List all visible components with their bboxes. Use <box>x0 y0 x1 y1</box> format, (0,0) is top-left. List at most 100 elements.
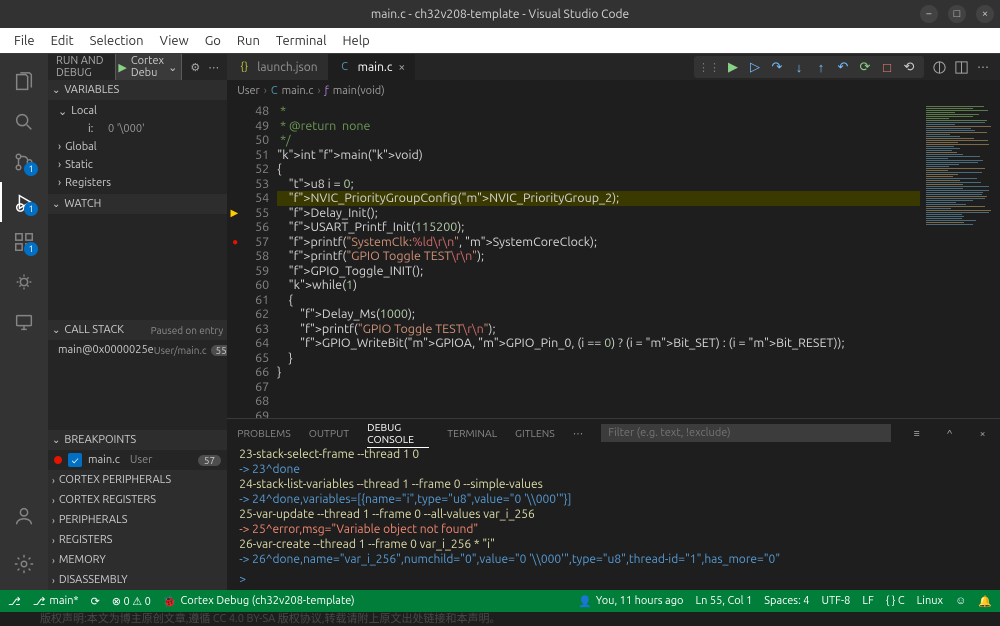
var-value: 0 '\000' <box>108 123 145 135</box>
menu-selection[interactable]: Selection <box>82 30 152 52</box>
panel-filter-input[interactable] <box>601 424 891 442</box>
step-into-button[interactable]: ↓ <box>788 56 810 78</box>
grip-icon[interactable]: ⋮⋮ <box>698 61 720 74</box>
more-actions-icon[interactable]: ⋯ <box>972 56 994 78</box>
debug-console-output[interactable]: 23-stack-select-frame --thread 1 0-> 23^… <box>227 447 1000 568</box>
launch-config-dropdown[interactable]: ▶ Cortex Debu ⌄ <box>115 54 182 81</box>
activity-account[interactable] <box>0 496 48 536</box>
maximize-button[interactable]: □ <box>948 5 966 23</box>
variables-header[interactable]: ⌄VARIABLES <box>48 80 227 100</box>
minimize-button[interactable]: − <box>920 5 938 23</box>
stop-button[interactable]: □ <box>876 56 898 78</box>
registers-header[interactable]: ›REGISTERS <box>48 530 227 550</box>
breadcrumb[interactable]: User› Cmain.c› ƒmain(void) <box>227 80 1000 102</box>
step-out-button[interactable]: ↑ <box>810 56 832 78</box>
activity-run-debug[interactable]: 1 <box>0 182 48 222</box>
variable-i[interactable]: i: 0 '\000' <box>48 120 227 138</box>
menu-edit[interactable]: Edit <box>43 30 82 52</box>
scope-global[interactable]: ›Global <box>48 138 227 156</box>
continue-play-button[interactable]: ▷ <box>744 56 766 78</box>
remote-indicator[interactable]: ⎇ <box>8 595 21 608</box>
breadcrumb-user[interactable]: User <box>237 85 260 97</box>
gear-icon[interactable]: ⚙ <box>190 61 200 74</box>
status-branch[interactable]: ⎇ main* <box>33 595 79 608</box>
status-os[interactable]: Linux <box>917 595 943 607</box>
status-language[interactable]: { } C <box>886 595 905 607</box>
panel-tab-output[interactable]: OUTPUT <box>309 425 349 441</box>
breadcrumb-function[interactable]: main(void) <box>333 85 385 97</box>
disassembly-header[interactable]: ›DISASSEMBLY <box>48 570 227 590</box>
status-problems[interactable]: ⊗ 0 ⚠ 0 <box>112 595 151 608</box>
menu-file[interactable]: File <box>6 30 43 52</box>
breakpoints-header[interactable]: ⌄BREAKPOINTS <box>48 430 227 450</box>
activity-extensions[interactable]: 1 <box>0 222 48 262</box>
function-icon: ƒ <box>325 85 329 97</box>
frame-function: main@0x0000025e <box>58 344 154 356</box>
panel-filter-icon[interactable]: ≡ <box>909 427 924 440</box>
status-spaces[interactable]: Spaces: 4 <box>764 595 809 607</box>
gutter[interactable]: 48495051525354▶5556●57585960616263646566… <box>227 102 277 418</box>
cortex-peripherals-header[interactable]: ›CORTEX PERIPHERALS <box>48 470 227 490</box>
titlebar: main.c - ch32v208-template - Visual Stud… <box>0 0 1000 28</box>
peripherals-header[interactable]: ›PERIPHERALS <box>48 510 227 530</box>
status-encoding[interactable]: UTF-8 <box>822 595 851 607</box>
close-tab-icon[interactable]: × <box>398 61 405 74</box>
menu-go[interactable]: Go <box>197 30 229 52</box>
activity-search[interactable] <box>0 102 48 142</box>
callstack-header[interactable]: ⌄CALL STACKPaused on entry <box>48 320 227 340</box>
close-button[interactable]: × <box>976 5 994 23</box>
continue-button[interactable]: ▶ <box>722 56 744 78</box>
activity-remote[interactable] <box>0 302 48 342</box>
debug-console-input[interactable]: > <box>227 568 1000 590</box>
activity-scm[interactable]: 1 <box>0 142 48 182</box>
layout-icon[interactable] <box>950 56 972 78</box>
reset-button[interactable]: ⟲ <box>898 56 920 78</box>
menu-terminal[interactable]: Terminal <box>268 30 335 52</box>
scope-registers[interactable]: ›Registers <box>48 174 227 192</box>
breakpoint-entry[interactable]: ✓ main.c User 57 <box>48 450 227 470</box>
breakpoint-checkbox[interactable]: ✓ <box>68 453 82 467</box>
status-blame[interactable]: 👤 You, 11 hours ago <box>578 595 683 608</box>
panel-maximize-icon[interactable]: ^ <box>942 427 957 439</box>
status-sync[interactable]: ⟳ <box>91 595 100 608</box>
step-back-button[interactable]: ↶ <box>832 56 854 78</box>
activity-settings[interactable] <box>0 544 48 584</box>
menu-help[interactable]: Help <box>334 30 377 52</box>
status-debug-target[interactable]: 🐞 Cortex Debug (ch32v208-template) <box>163 595 355 608</box>
activity-explorer[interactable] <box>0 62 48 102</box>
minimap[interactable] <box>920 102 1000 418</box>
callstack-frame[interactable]: main@0x0000025e User/main.c 55 <box>48 340 227 360</box>
split-editor-icon[interactable] <box>928 56 950 78</box>
tab-launch-json[interactable]: {}launch.json <box>227 54 327 80</box>
cortex-registers-header[interactable]: ›CORTEX REGISTERS <box>48 490 227 510</box>
status-eol[interactable]: LF <box>862 595 873 607</box>
scope-static[interactable]: ›Static <box>48 156 227 174</box>
panel-tab-more[interactable]: ⋯ <box>573 425 584 442</box>
menu-run[interactable]: Run <box>229 30 268 52</box>
breadcrumb-file[interactable]: main.c <box>282 85 314 97</box>
ext-badge: 1 <box>24 242 38 256</box>
panel-tab-debug-console[interactable]: DEBUG CONSOLE <box>367 419 429 448</box>
panel-close-icon[interactable]: × <box>975 427 990 439</box>
memory-header[interactable]: ›MEMORY <box>48 550 227 570</box>
panel-tab-gitlens[interactable]: GITLENS <box>515 425 555 441</box>
watch-header[interactable]: ⌄WATCH <box>48 194 227 214</box>
scm-badge: 1 <box>24 162 38 176</box>
restart-button[interactable]: ⟳ <box>854 56 876 78</box>
step-over-button[interactable]: ↷ <box>766 56 788 78</box>
panel-tab-terminal[interactable]: TERMINAL <box>447 425 497 441</box>
more-icon[interactable]: ⋯ <box>208 61 219 74</box>
scope-local[interactable]: ⌄Local <box>48 102 227 120</box>
breakpoints-title: BREAKPOINTS <box>64 434 136 446</box>
status-bell-icon[interactable]: 🔔 <box>978 595 992 608</box>
menu-view[interactable]: View <box>152 30 197 52</box>
status-feedback-icon[interactable]: ☺ <box>955 595 966 607</box>
code-content[interactable]: * * @return none */"k">int "f">main("k">… <box>277 102 920 418</box>
status-position[interactable]: Ln 55, Col 1 <box>695 595 752 607</box>
code-editor[interactable]: 48495051525354▶5556●57585960616263646566… <box>227 102 1000 418</box>
json-icon: {} <box>237 61 251 73</box>
activity-test[interactable] <box>0 262 48 302</box>
panel-tab-problems[interactable]: PROBLEMS <box>237 425 291 441</box>
tab-main-c[interactable]: Cmain.c× <box>328 54 416 80</box>
c-file-icon: C <box>271 85 278 97</box>
